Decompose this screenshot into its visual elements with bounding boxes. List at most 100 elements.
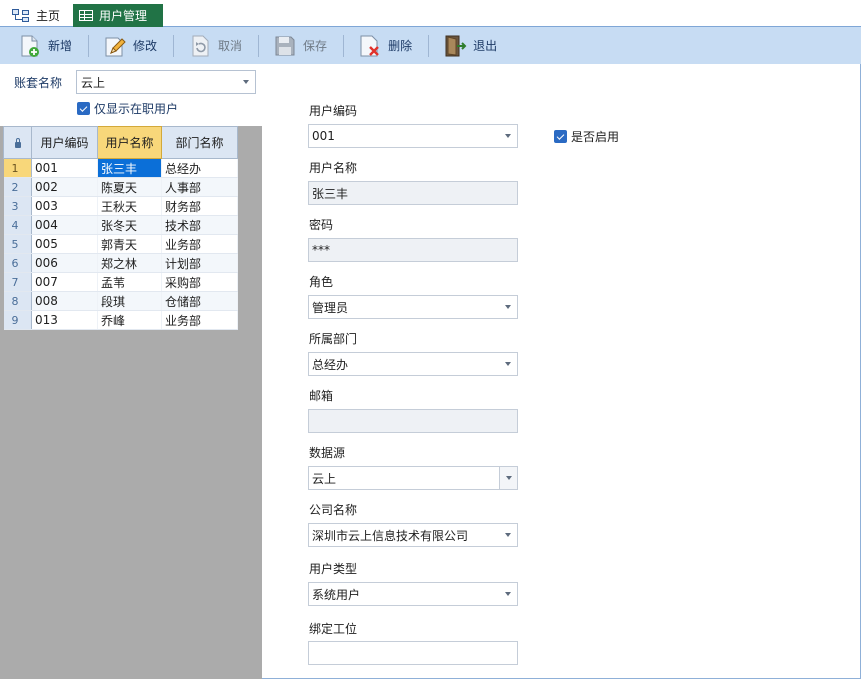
table-row[interactable]: 8 008 段琪 仓储部	[3, 291, 238, 311]
chevron-down-icon[interactable]	[499, 296, 517, 318]
password-field[interactable]: ***	[308, 238, 518, 262]
dept-name-cell[interactable]: 仓储部	[161, 291, 238, 311]
row-number-cell[interactable]: 5	[3, 234, 32, 254]
table-row[interactable]: 1 001 张三丰 总经办	[3, 158, 238, 178]
user-name-cell[interactable]: 张三丰	[97, 158, 162, 178]
user-code-cell[interactable]: 002	[31, 177, 98, 197]
user-code-cell[interactable]: 008	[31, 291, 98, 311]
exit-door-icon	[445, 35, 467, 56]
tab-home[interactable]: 主页	[6, 4, 72, 27]
row-number-cell[interactable]: 9	[3, 310, 32, 330]
role-label: 角色	[309, 275, 334, 289]
user-code-cell[interactable]: 013	[31, 310, 98, 330]
table-row[interactable]: 9 013 乔峰 业务部	[3, 310, 238, 330]
toolbar-separator	[173, 34, 175, 57]
tab-user-management[interactable]: 用户管理	[73, 4, 163, 27]
tab-strip: 主页 用户管理	[0, 0, 861, 27]
dept-name-cell[interactable]: 总经办	[161, 158, 238, 178]
chevron-down-icon[interactable]	[499, 524, 517, 546]
user-name-cell[interactable]: 段琪	[97, 291, 162, 311]
user-name-cell[interactable]: 乔峰	[97, 310, 162, 330]
column-header-user-code[interactable]: 用户编码	[31, 126, 98, 159]
user-code-cell[interactable]: 003	[31, 196, 98, 216]
user-name-cell[interactable]: 陈夏天	[97, 177, 162, 197]
user-name-field[interactable]: 张三丰	[308, 181, 518, 205]
workstation-field[interactable]	[308, 641, 518, 665]
datasource-select[interactable]: 云上	[308, 466, 518, 490]
checkbox-checked-icon[interactable]	[554, 130, 567, 143]
row-number-cell[interactable]: 2	[3, 177, 32, 197]
dept-name-cell[interactable]: 业务部	[161, 310, 238, 330]
role-select[interactable]: 管理员	[308, 295, 518, 319]
dept-name-cell[interactable]: 人事部	[161, 177, 238, 197]
dept-select[interactable]: 总经办	[308, 352, 518, 376]
active-only-label: 仅显示在职用户	[94, 102, 179, 116]
dept-name-cell[interactable]: 技术部	[161, 215, 238, 235]
column-header-dept-name[interactable]: 部门名称	[161, 126, 238, 159]
account-set-select[interactable]: 云上	[76, 70, 256, 94]
user-code-cell[interactable]: 001	[31, 158, 98, 178]
password-label: 密码	[309, 218, 334, 232]
edit-button[interactable]: 修改	[99, 31, 161, 61]
table-row[interactable]: 2 002 陈夏天 人事部	[3, 177, 238, 197]
checkbox-checked-icon[interactable]	[77, 102, 90, 115]
user-code-cell[interactable]: 005	[31, 234, 98, 254]
org-chart-icon	[12, 8, 30, 23]
table-icon	[79, 10, 93, 21]
toolbar-separator	[88, 34, 90, 57]
grid-corner-cell[interactable]	[3, 126, 32, 159]
chevron-down-icon[interactable]	[499, 125, 517, 147]
cancel-button[interactable]: 取消	[184, 31, 246, 61]
user-code-cell[interactable]: 006	[31, 253, 98, 273]
chevron-down-icon[interactable]	[499, 467, 517, 489]
chevron-down-icon[interactable]	[499, 583, 517, 605]
user-type-select[interactable]: 系统用户	[308, 582, 518, 606]
role-value: 管理员	[312, 300, 349, 315]
table-row[interactable]: 6 006 郑之林 计划部	[3, 253, 238, 273]
account-set-value: 云上	[81, 75, 106, 90]
table-row[interactable]: 3 003 王秋天 财务部	[3, 196, 238, 216]
new-button[interactable]: 新增	[14, 31, 76, 61]
row-number-cell[interactable]: 4	[3, 215, 32, 235]
row-number-cell[interactable]: 8	[3, 291, 32, 311]
user-name-cell[interactable]: 王秋天	[97, 196, 162, 216]
company-select[interactable]: 深圳市云上信息技术有限公司	[308, 523, 518, 547]
toolbar: 新增 修改 取消 保存 删除 退出	[0, 27, 861, 64]
company-value: 深圳市云上信息技术有限公司	[312, 528, 469, 543]
user-name-cell[interactable]: 郭青天	[97, 234, 162, 254]
dept-name-cell[interactable]: 计划部	[161, 253, 238, 273]
row-number-cell[interactable]: 1	[3, 158, 32, 178]
user-name-cell[interactable]: 张冬天	[97, 215, 162, 235]
active-only-checkbox[interactable]: 仅显示在职用户	[77, 100, 178, 117]
column-header-user-name[interactable]: 用户名称	[97, 126, 162, 159]
lock-icon	[14, 137, 21, 148]
table-row[interactable]: 5 005 郭青天 业务部	[3, 234, 238, 254]
delete-button[interactable]: 删除	[354, 31, 416, 61]
user-code-cell[interactable]: 004	[31, 215, 98, 235]
dept-name-cell[interactable]: 采购部	[161, 272, 238, 292]
user-name-label: 用户名称	[309, 161, 358, 175]
user-list-panel: 账套名称 云上 仅显示在职用户 用户编码 用户名称 部门名称 1 001 张三丰 总经…	[0, 64, 262, 679]
row-number-cell[interactable]: 6	[3, 253, 32, 273]
row-number-cell[interactable]: 3	[3, 196, 32, 216]
user-code-select[interactable]: 001	[308, 124, 518, 148]
user-name-cell[interactable]: 孟苇	[97, 272, 162, 292]
datasource-label: 数据源	[309, 446, 346, 460]
save-button[interactable]: 保存	[269, 31, 331, 61]
user-code-cell[interactable]: 007	[31, 272, 98, 292]
company-label: 公司名称	[309, 503, 358, 517]
chevron-down-icon[interactable]	[237, 71, 255, 93]
chevron-down-icon[interactable]	[499, 353, 517, 375]
row-number-cell[interactable]: 7	[3, 272, 32, 292]
table-row[interactable]: 4 004 张冬天 技术部	[3, 215, 238, 235]
tab-user-management-label: 用户管理	[99, 9, 148, 23]
dept-name-cell[interactable]: 财务部	[161, 196, 238, 216]
enabled-checkbox[interactable]: 是否启用	[554, 128, 619, 145]
dept-name-cell[interactable]: 业务部	[161, 234, 238, 254]
email-field[interactable]	[308, 409, 518, 433]
exit-button[interactable]: 退出	[439, 31, 501, 61]
table-row[interactable]: 7 007 孟苇 采购部	[3, 272, 238, 292]
user-name-cell[interactable]: 郑之林	[97, 253, 162, 273]
toolbar-separator	[258, 34, 260, 57]
exit-button-label: 退出	[473, 39, 498, 53]
